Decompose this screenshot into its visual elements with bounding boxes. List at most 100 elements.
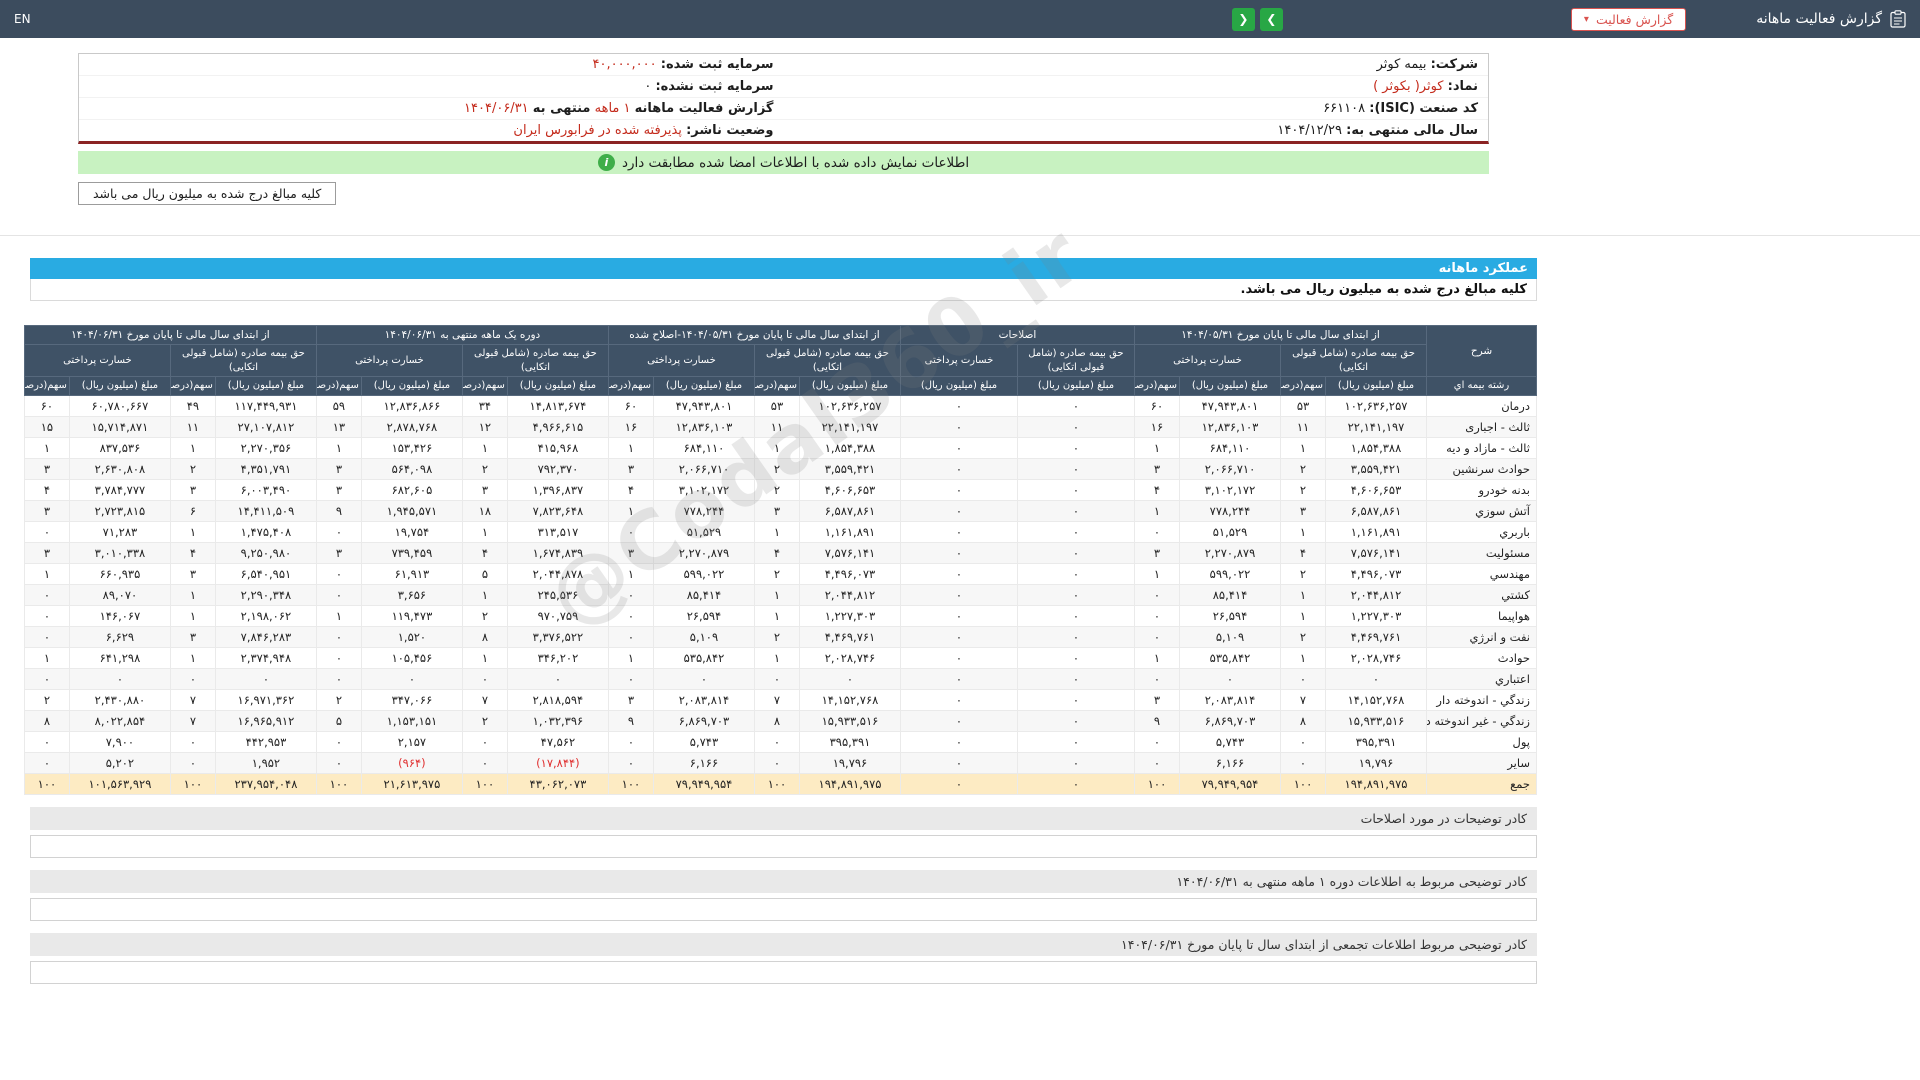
table-cell: ۳,۶۵۶	[360, 583, 463, 606]
table-cell: ۲,۰۴۴,۸۱۲	[798, 583, 901, 606]
table-cell: (۹۶۴)	[360, 751, 463, 774]
table-cell: ۷۳۹,۴۵۹	[360, 541, 463, 564]
table-cell: ۳۱۳,۵۱۷	[506, 520, 609, 543]
table-cell: ۰	[315, 646, 362, 669]
col-premium: حق بیمه صادره (شامل قبولی اتکایی)	[169, 344, 317, 378]
table-row: ثالث - اجباری ۲۲,۱۴۱,۱۹۷ ۱۱ ۱۲,۸۳۶,۱۰۳ ۱۶ ۰ ۰ ۲…	[23, 415, 1537, 438]
table-cell: ۱۹,۷۹۶	[1325, 751, 1427, 774]
chevron-left-button[interactable]: ❮	[1231, 7, 1255, 31]
table-cell: ۱۵۳,۴۲۶	[360, 436, 463, 459]
table-cell: ۲	[753, 457, 800, 480]
performance-table-body: درمان ۱۰۲,۶۳۶,۲۵۷ ۵۳ ۴۷,۹۴۳,۸۰۱ ۶۰ ۰ ۰ ۱۰۲,۶۳۶,…	[23, 394, 1537, 795]
table-cell: ۵۱,۵۲۹	[652, 520, 755, 543]
publisher-status-value: پذیرفته شده در فرابورس ایران	[513, 123, 682, 138]
comment-label: کادر توضیحات در مورد اصلاحات	[30, 806, 1537, 830]
comment-box	[30, 834, 1537, 858]
table-cell: ۲۲,۱۴۱,۱۹۷	[1325, 415, 1427, 438]
table-cell: ۵	[461, 562, 508, 585]
col-premium: حق بیمه صادره (شامل قبولی اتکایی)	[1280, 344, 1427, 378]
table-cell: ۲,۳۷۴,۹۴۸	[214, 646, 317, 669]
table-cell: ۲,۷۲۳,۸۱۵	[68, 499, 171, 522]
table-cell: ۱,۰۳۲,۳۹۶	[506, 709, 609, 732]
table-cell: ۱۹,۷۵۴	[360, 520, 463, 543]
table-row: درمان ۱۰۲,۶۳۶,۲۵۷ ۵۳ ۴۷,۹۴۳,۸۰۱ ۶۰ ۰ ۰ ۱۰۲,۶۳۶,…	[23, 394, 1537, 417]
table-cell: ۰	[315, 583, 362, 606]
table-row: مهندسي ۴,۴۹۶,۰۷۳ ۲ ۵۹۹,۰۲۲ ۱ ۰ ۰ ۴,۴۹۶,۰۷۳ ۲ ۵۹۹,…	[23, 562, 1537, 585]
company-label: شرکت:	[1430, 57, 1478, 72]
table-cell: ۳	[23, 499, 70, 522]
report-type-button[interactable]: گزارش فعالیت ▾	[1570, 7, 1687, 31]
table-cell: ۳	[315, 478, 362, 501]
table-cell: ۲,۰۴۴,۸۱۲	[1325, 583, 1427, 606]
table-cell: ۰	[315, 520, 362, 543]
isic-value: ۶۶۱۱۰۸	[1323, 101, 1366, 116]
table-cell: ۷۷۸,۲۴۴	[1179, 499, 1281, 522]
col-claims: خسارت پرداختی	[315, 344, 463, 378]
table-cell: ۰	[899, 604, 1018, 627]
table-cell: ۳	[315, 457, 362, 480]
fiscal-year-label: سال مالی منتهی به:	[1346, 123, 1478, 138]
table-cell: ۷۷۸,۲۴۴	[652, 499, 755, 522]
table-cell: ۲,۸۱۸,۵۹۴	[506, 688, 609, 711]
table-cell: ۴۳,۰۶۲,۰۷۳	[506, 772, 609, 795]
table-cell: ۲,۰۶۶,۷۱۰	[652, 457, 755, 480]
chevron-right-button[interactable]: ❯	[1259, 7, 1283, 31]
col-amount: مبلغ (میلیون ریال)	[214, 376, 317, 396]
table-cell: ۲۳۷,۹۵۴,۰۴۸	[214, 772, 317, 795]
table-cell: ۰	[607, 625, 654, 648]
table-cell: ۴۹	[169, 394, 216, 417]
table-cell: ۱۹,۷۹۶	[798, 751, 901, 774]
table-cell: ۱	[461, 520, 508, 543]
table-cell: ۶,۸۶۹,۷۰۳	[1179, 709, 1281, 732]
row-label: جمع	[1426, 772, 1537, 795]
col-group-until-0631: از ابتدای سال مالی تا پایان مورخ ۱۴۰۴/۰۶…	[23, 324, 317, 346]
col-group-one-month: دوره یک ماهه منتهی به ۱۴۰۴/۰۶/۳۱	[315, 324, 609, 346]
table-row: ثالث - مازاد و دیه ۱,۸۵۴,۳۸۸ ۱ ۶۸۴,۱۱۰ ۱ ۰ ۰ ۱,…	[23, 436, 1537, 459]
table-cell: ۰	[899, 436, 1018, 459]
report-period-months: ۱ ماهه	[594, 101, 631, 116]
row-label: زندگي - غیر اندوخته دار	[1426, 709, 1537, 732]
table-cell: ۰	[23, 583, 70, 606]
table-cell: ۳۴۶,۲۰۲	[506, 646, 609, 669]
symbol-field: نماد: کوثر( بکوثر )	[784, 76, 1489, 97]
table-cell: ۱,۸۵۴,۳۸۸	[1325, 436, 1427, 459]
table-cell: ۳,۱۰۲,۱۷۲	[1179, 478, 1281, 501]
table-cell: ۲۲,۱۴۱,۱۹۷	[798, 415, 901, 438]
comment-section-corrections: کادر توضیحات در مورد اصلاحات	[30, 806, 1537, 858]
col-share: سهم(درصد)	[1280, 376, 1326, 396]
col-group-until-0531: از ابتدای سال مالی تا پایان مورخ ۱۴۰۴/۰۵…	[1133, 324, 1428, 346]
table-cell: ۶	[169, 499, 216, 522]
table-row: حوادث ۲,۰۲۸,۷۴۶ ۱ ۵۳۵,۸۴۲ ۱ ۰ ۰ ۲,۰۲۸,۷۴۶ ۱ ۵۳۵,۸…	[23, 646, 1537, 669]
table-cell: ۵,۱۰۹	[1179, 625, 1281, 648]
table-cell: ۲	[1280, 457, 1326, 480]
table-cell: ۱۴۶,۰۶۷	[68, 604, 171, 627]
report-type-label: گزارش فعالیت	[1595, 11, 1674, 27]
table-cell: ۳,۰۱۰,۳۳۸	[68, 541, 171, 564]
table-cell: ۳	[1280, 499, 1326, 522]
table-cell: ۳۹۵,۳۹۱	[798, 730, 901, 753]
table-cell: ۷,۸۲۳,۶۴۸	[506, 499, 609, 522]
table-cell: ۰	[753, 667, 800, 690]
table-row: زندگي - اندوخته دار ۱۴,۱۵۲,۷۶۸ ۷ ۲,۰۸۳,۸۱۴ ۳…	[23, 688, 1537, 711]
table-cell: ۵۹۹,۰۲۲	[1179, 562, 1281, 585]
table-cell: ۴,۴۶۹,۷۶۱	[1325, 625, 1427, 648]
table-cell: ۰	[1133, 625, 1181, 648]
table-cell: ۱۰۲,۶۳۶,۲۵۷	[1325, 394, 1427, 417]
table-cell: ۱۰۰	[1280, 772, 1326, 795]
table-cell: ۳	[1133, 541, 1181, 564]
info-icon: i	[597, 154, 615, 171]
company-field: شرکت: بیمه کوثر	[784, 54, 1489, 75]
language-toggle[interactable]: EN	[14, 12, 31, 26]
table-cell: ۸	[1280, 709, 1326, 732]
row-label: اعتباري	[1426, 667, 1537, 690]
table-cell: ۴۷,۵۶۲	[506, 730, 609, 753]
table-cell: ۱۱۹,۴۷۳	[360, 604, 463, 627]
table-cell: ۲,۰۲۸,۷۴۶	[798, 646, 901, 669]
report-period-middle: منتهی به	[532, 101, 591, 116]
table-cell: ۰	[607, 730, 654, 753]
table-cell: ۲,۰۲۸,۷۴۶	[1325, 646, 1427, 669]
col-row-header: رشته بیمه اي	[1426, 376, 1537, 396]
table-cell: ۴,۴۹۶,۰۷۳	[1325, 562, 1427, 585]
comment-label: کادر توضیحی مربوط به اطلاعات دوره ۱ ماهه…	[30, 869, 1537, 893]
table-cell: ۰	[315, 667, 362, 690]
